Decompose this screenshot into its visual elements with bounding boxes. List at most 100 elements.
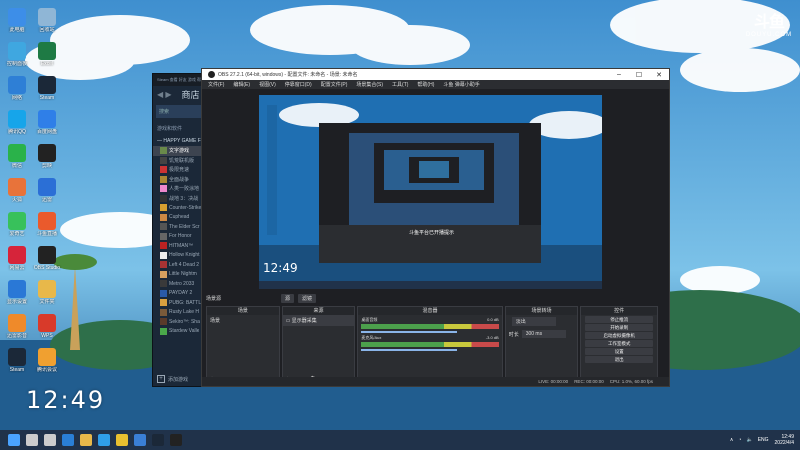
- game-name: PAYDAY 2: [169, 290, 193, 297]
- mixer-ch2-slider[interactable]: [361, 349, 458, 351]
- task-view-icon[interactable]: [44, 434, 56, 446]
- source-properties-button[interactable]: 源: [281, 294, 295, 303]
- game-name: 人类一败涂地: [169, 186, 200, 193]
- desktop-icon[interactable]: 迅雷: [30, 178, 64, 203]
- add-game-label: 添加游戏: [168, 376, 189, 383]
- app-icon: [8, 212, 26, 230]
- desktop-icon[interactable]: Steam: [0, 348, 34, 373]
- preview-clock: 12:49: [263, 261, 298, 275]
- search-icon[interactable]: [26, 434, 38, 446]
- edge-icon[interactable]: [98, 434, 110, 446]
- desktop-icon[interactable]: 迅雷影音: [0, 314, 34, 339]
- desktop-icon-label: 百度网盘: [36, 129, 57, 135]
- plus-icon: +: [157, 375, 165, 383]
- studio-mode-button[interactable]: 工作室模式: [585, 340, 654, 347]
- duration-input[interactable]: 300 ms: [521, 330, 566, 338]
- mixer-ch1-meter: [361, 324, 499, 329]
- obs-preview[interactable]: 12:49 斗鱼平台已开播提示: [259, 95, 602, 289]
- scene-source-label: 场景源: [206, 296, 222, 302]
- desktop-icon[interactable]: 斗鱼直播: [30, 212, 64, 237]
- obs-titlebar[interactable]: OBS 27.2.1 (64-bit, windows) - 配置文件: 未命名…: [202, 69, 669, 80]
- stop-stream-button[interactable]: 停止推流: [585, 316, 654, 323]
- desktop-icon[interactable]: 腾讯QQ: [0, 110, 34, 135]
- settings-button[interactable]: 设置: [585, 348, 654, 355]
- desktop-icon[interactable]: 网络: [0, 76, 34, 101]
- transitions-dock: 场景转场 淡出 时长 300 ms: [504, 306, 579, 386]
- desktop-icon-label: 腾讯会议: [36, 367, 57, 373]
- game-icon: [160, 318, 167, 326]
- desktop-icon[interactable]: 腾讯会议: [30, 348, 64, 373]
- desktop-icon[interactable]: 微信: [0, 144, 34, 169]
- obs-menu-item[interactable]: 编辑(E): [233, 81, 250, 88]
- live-status: LIVE: 00:00:00: [538, 379, 569, 384]
- virtual-camera-button[interactable]: 启动虚拟摄像机: [585, 332, 654, 339]
- mixer-ch1-slider[interactable]: [361, 331, 458, 333]
- obs-menu-item[interactable]: 斗鱼 弹幕小助手: [443, 81, 479, 88]
- desktop-icon[interactable]: OBS Studio: [30, 246, 64, 271]
- desktop-icon-label: 斗鱼直播: [36, 231, 57, 237]
- network-icon[interactable]: ◔: [738, 437, 741, 443]
- obs-menu-item[interactable]: 工具(T): [392, 81, 408, 88]
- obs-menu-item[interactable]: 帮助(H): [417, 81, 434, 88]
- chrome-icon[interactable]: [116, 434, 128, 446]
- desktop-icon[interactable]: 文件夹: [30, 280, 64, 305]
- back-arrow-icon[interactable]: ◀ ▶: [157, 90, 172, 99]
- store-icon[interactable]: [134, 434, 146, 446]
- minimize-icon[interactable]: –: [609, 71, 629, 78]
- game-name: Hollow Knight: [169, 252, 200, 259]
- game-name: The Elder Scr: [169, 223, 200, 230]
- desktop-icon[interactable]: 火狐: [0, 178, 34, 203]
- desktop-icon[interactable]: Excel: [30, 42, 64, 67]
- source-item[interactable]: ▭ 显示器采集: [282, 315, 355, 326]
- language-indicator[interactable]: ENG: [758, 437, 769, 443]
- scene-item[interactable]: 场景: [207, 315, 279, 326]
- widgets-icon[interactable]: [62, 434, 74, 446]
- desktop-icon[interactable]: WPS: [30, 314, 64, 339]
- game-icon: [160, 242, 167, 250]
- desktop-icon-label: 网易云: [9, 265, 25, 271]
- filters-button[interactable]: 滤镜: [298, 294, 317, 303]
- chevron-up-icon[interactable]: ∧: [730, 437, 734, 443]
- obs-scene-toolbar: 场景源 源 滤镜: [206, 293, 656, 304]
- desktop-icon[interactable]: 百度网盘: [30, 110, 64, 135]
- game-icon: [160, 194, 167, 202]
- scenes-dock: 场景 场景 + – ∧ ∨: [206, 306, 280, 386]
- obs-window[interactable]: OBS 27.2.1 (64-bit, windows) - 配置文件: 未命名…: [201, 68, 670, 387]
- desktop-icon[interactable]: 剪映: [30, 144, 64, 169]
- obs-menu-item[interactable]: 视图(V): [259, 81, 276, 88]
- close-icon[interactable]: ✕: [649, 71, 669, 79]
- start-recording-button[interactable]: 开始录制: [585, 324, 654, 331]
- obs-menu-item[interactable]: 停靠窗口(D): [285, 81, 312, 88]
- desktop-icon[interactable]: 显示设置: [0, 280, 34, 305]
- game-name: Left 4 Dead 2: [169, 261, 200, 268]
- game-name: Stardew Valle: [169, 328, 200, 335]
- mixer-ch1-db: 0.0 dB: [487, 317, 499, 322]
- app-icon: [38, 280, 56, 298]
- preview-desktop-capture: [259, 95, 602, 289]
- obs-menu-item[interactable]: 配置文件(P): [321, 81, 348, 88]
- desktop-icon[interactable]: 网易云: [0, 246, 34, 271]
- game-name: Little Nightm: [169, 271, 197, 278]
- mixer-ch2-meter: [361, 342, 499, 347]
- desktop-icon[interactable]: 控制面板: [0, 42, 34, 67]
- maximize-icon[interactable]: ☐: [629, 71, 649, 79]
- taskbar-clock[interactable]: 12:49 2022/4/4: [775, 434, 794, 446]
- steam-add-game-button[interactable]: + 添加游戏: [157, 375, 188, 383]
- desktop-icon[interactable]: Steam: [30, 76, 64, 101]
- explorer-icon[interactable]: [80, 434, 92, 446]
- desktop-icon[interactable]: 爱奇艺: [0, 212, 34, 237]
- start-icon[interactable]: [8, 434, 20, 446]
- desktop-icon[interactable]: 此电脑: [0, 8, 34, 33]
- app-icon: [38, 8, 56, 26]
- duration-label: 时长: [508, 331, 519, 338]
- obs-menu-item[interactable]: 场景集合(S): [356, 81, 383, 88]
- steam-store-title[interactable]: 商店: [182, 88, 200, 101]
- volume-icon[interactable]: 🔈: [746, 437, 752, 443]
- transition-type-select[interactable]: 淡出: [511, 317, 556, 326]
- steam-icon[interactable]: [152, 434, 164, 446]
- exit-button[interactable]: 退出: [585, 356, 654, 363]
- desktop-icon-label: Excel: [40, 61, 54, 67]
- obs-icon[interactable]: [170, 434, 182, 446]
- obs-menu-item[interactable]: 文件(F): [208, 81, 224, 88]
- desktop-icon[interactable]: 回收站: [30, 8, 64, 33]
